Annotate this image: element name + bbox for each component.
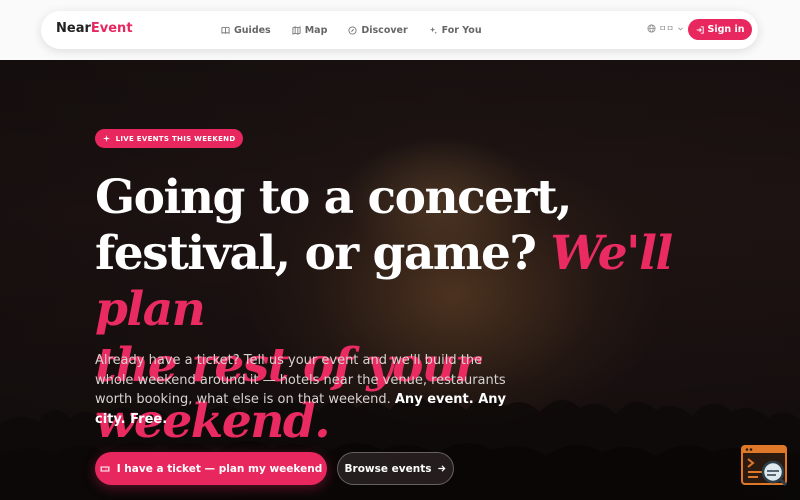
nav-item-guides[interactable]: Guides [221,25,271,36]
headline-line-2: festival, or game? [95,226,537,281]
nav-item-label: For You [441,24,482,36]
compass-icon [348,25,357,35]
nav-item-for-you[interactable]: For You [429,25,482,36]
live-events-badge: LIVE EVENTS THIS WEEKEND [95,129,243,148]
terminal-search-icon [741,445,788,487]
language-label: ㅁㅁ [659,24,674,33]
brand-name-part1: Near [56,21,91,36]
nav-item-discover[interactable]: Discover [348,24,408,36]
sign-in-icon [696,25,704,34]
chevron-down-icon [677,27,683,31]
nav-item-map[interactable]: Map [292,24,328,36]
navbar: NearEvent Guides Map Discover For You ㅁㅁ… [41,11,758,49]
nav-item-label: Guides [234,24,271,36]
browse-events-label: Browse events [344,462,432,475]
plan-weekend-button[interactable]: I have a ticket — plan my weekend [95,452,327,485]
sparkle-icon [429,26,437,34]
arrow-right-icon [438,465,446,472]
plan-weekend-label: I have a ticket — plan my weekend [116,462,323,475]
brand-name-part2: Event [90,21,133,36]
nav-item-label: Discover [361,24,408,36]
guides-icon [221,26,230,34]
sparkle-icon [102,135,110,142]
assistant-widget[interactable] [740,444,790,488]
sign-in-label: Sign in [707,24,745,35]
headline-line-1: Going to a concert, [95,170,572,225]
nav-links: Guides Map Discover For You [221,11,503,49]
globe-icon [647,24,656,33]
brand-logo[interactable]: NearEvent [56,21,133,36]
browse-events-button[interactable]: Browse events [337,452,454,485]
sign-in-button[interactable]: Sign in [688,19,752,40]
hero-subtext: Already have a ticket? Tell us your even… [95,351,515,429]
map-icon [292,25,301,35]
language-selector[interactable]: ㅁㅁ [647,23,684,34]
badge-label: LIVE EVENTS THIS WEEKEND [115,134,236,143]
nav-item-label: Map [304,24,328,36]
ticket-icon [100,466,110,471]
